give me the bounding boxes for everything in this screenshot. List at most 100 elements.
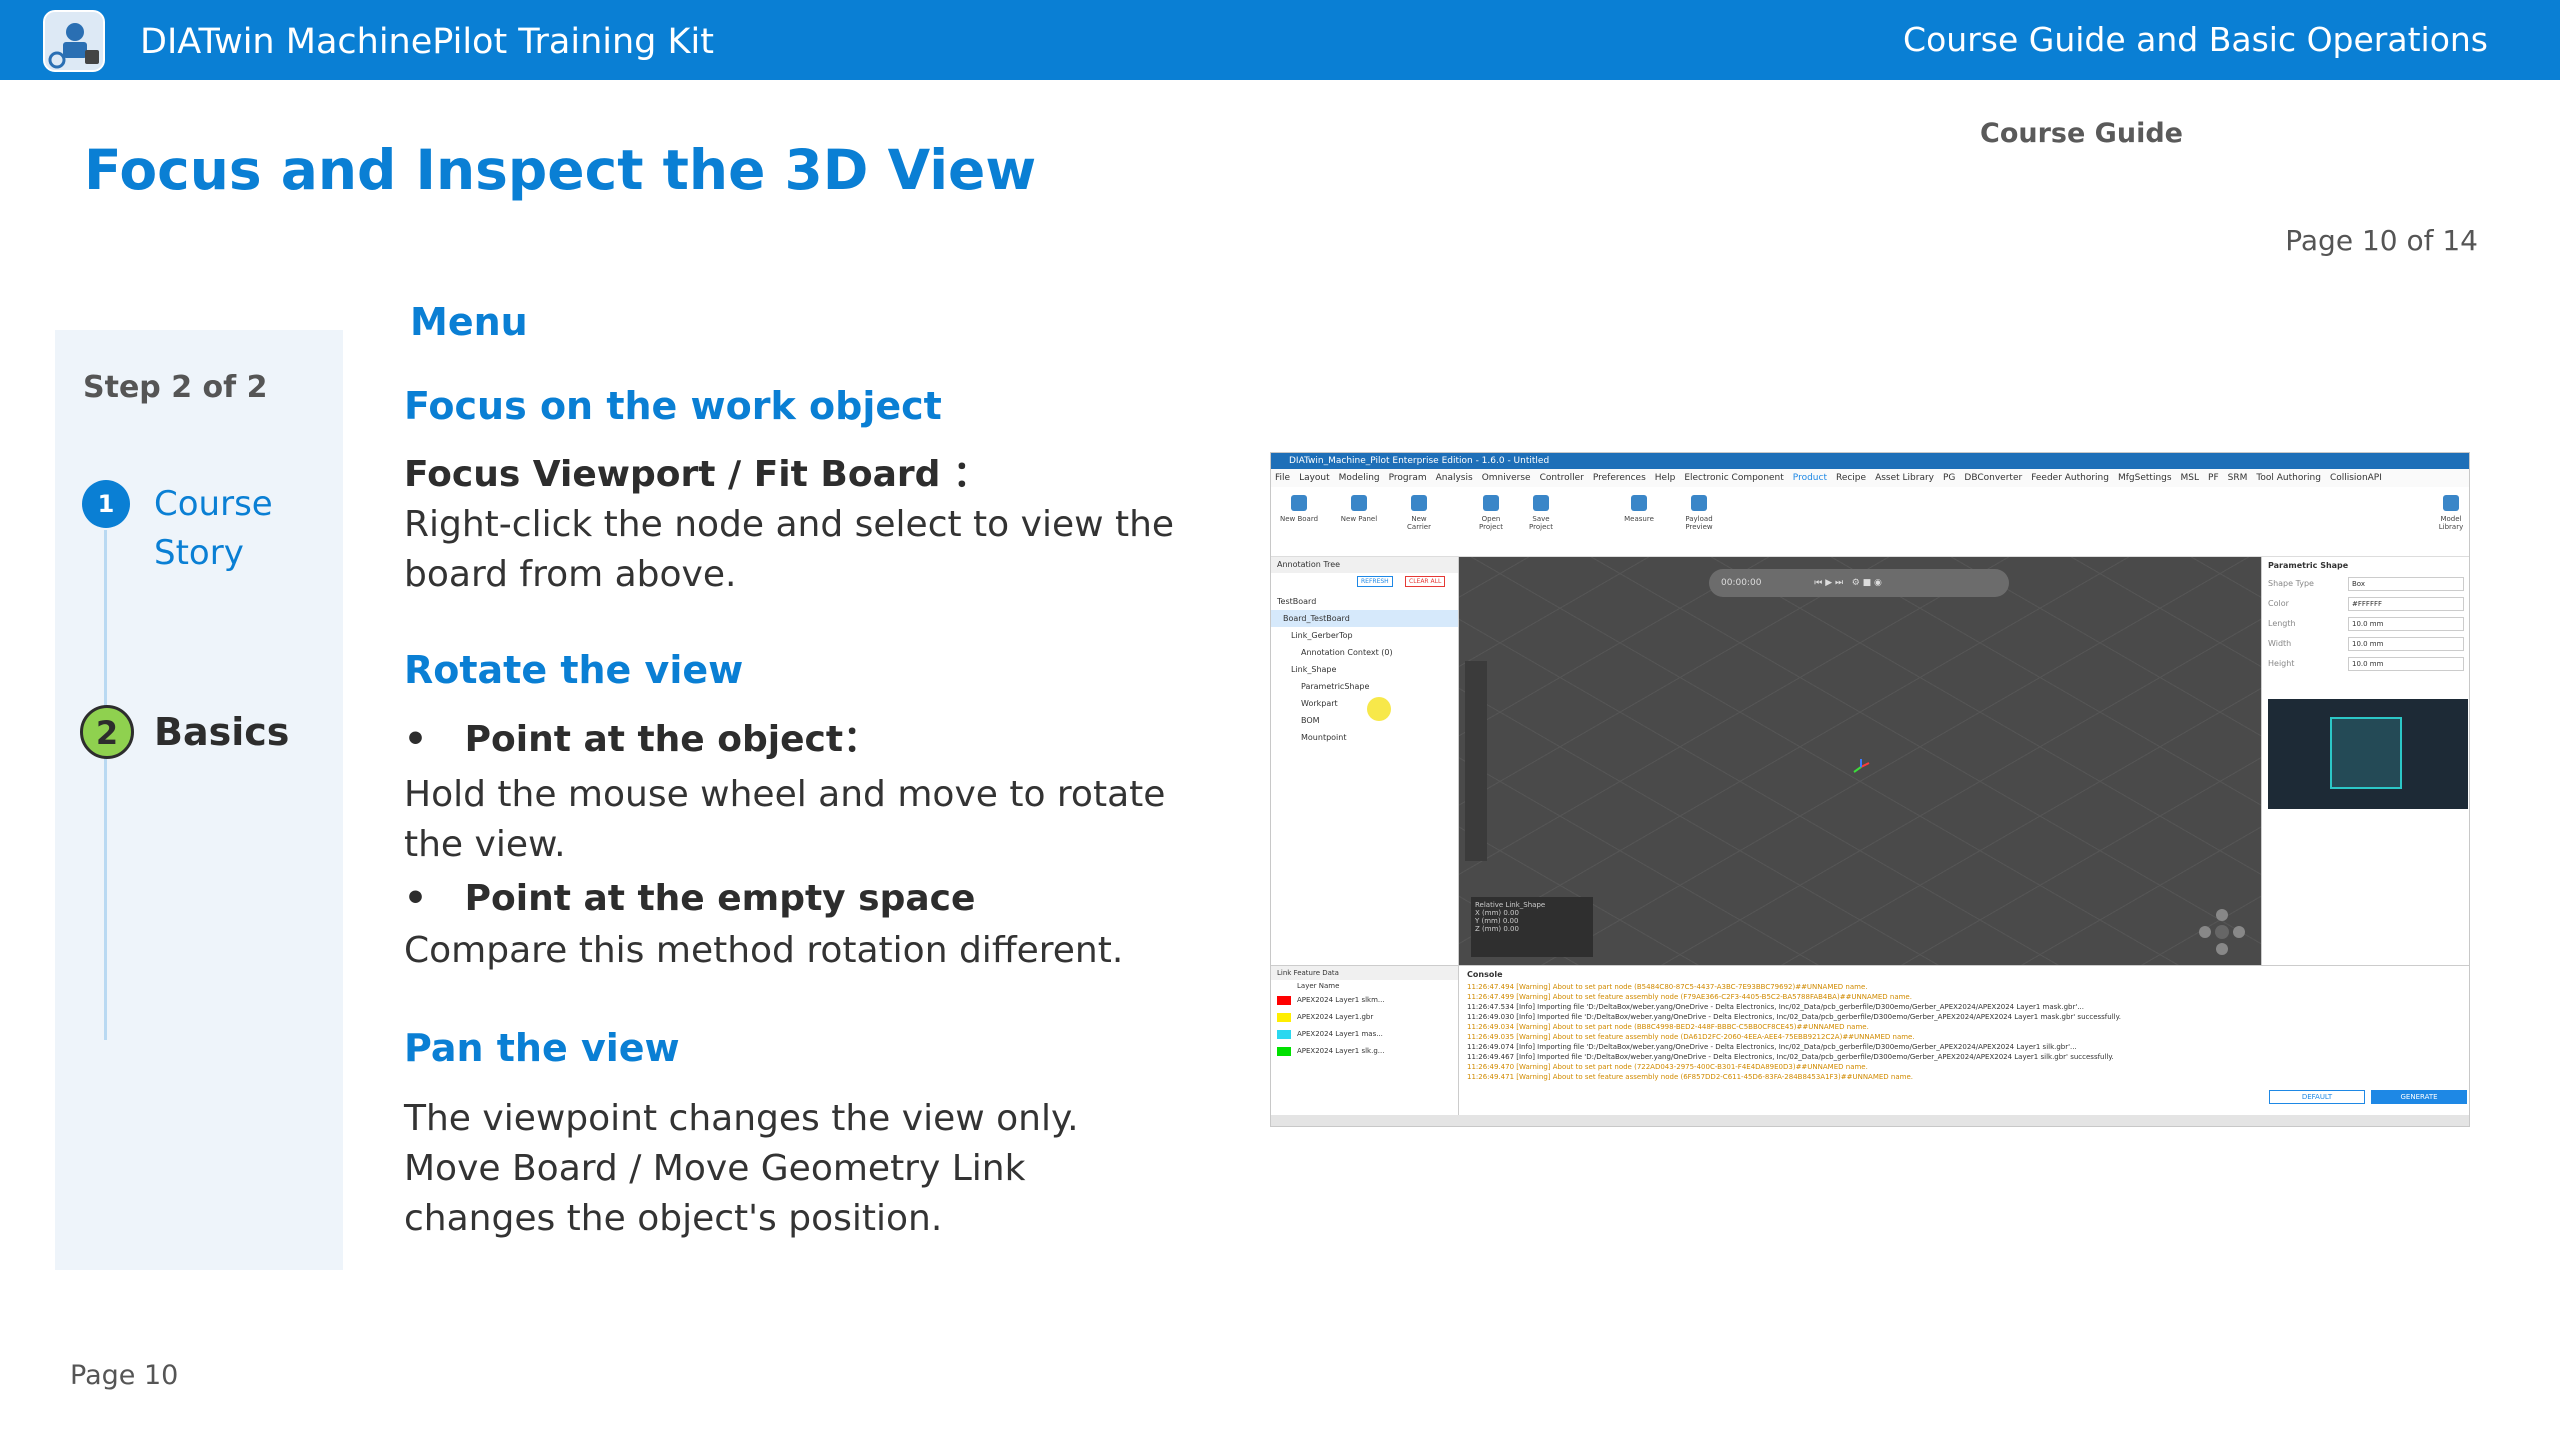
ribbon-button[interactable]: New Board (1279, 495, 1319, 523)
ribbon-icon (1533, 495, 1549, 511)
console-line: 11:26:47.494 [Warning] About to set part… (1467, 983, 1868, 991)
ribbon-button[interactable]: Measure (1619, 495, 1659, 523)
tree-node[interactable]: BOM (1271, 712, 1458, 729)
console-line: 11:26:49.034 [Warning] About to set part… (1467, 1023, 1869, 1031)
ribbon-button[interactable]: Open Project (1471, 495, 1511, 531)
menu-item[interactable]: Analysis (1436, 473, 1473, 483)
layer-row[interactable]: APEX2024 Layer1.gbr (1271, 1009, 1458, 1026)
layer-row[interactable]: APEX2024 Layer1 mas... (1271, 1026, 1458, 1043)
step-1-label[interactable]: Course Story (154, 480, 334, 578)
axis-gizmo-icon[interactable] (1851, 757, 1871, 777)
window-title: DIATwin_Machine_Pilot Enterprise Edition… (1271, 453, 2469, 469)
menu-item[interactable]: Asset Library (1875, 473, 1934, 483)
menu-item[interactable]: PG (1943, 473, 1955, 483)
menu-item[interactable]: Feeder Authoring (2031, 473, 2109, 483)
layer-row[interactable]: APEX2024 Layer1 slkm... (1271, 992, 1458, 1009)
playback-icons[interactable]: ⏮ ▶ ⏭ ⚙ ■ ◉ (1814, 578, 1882, 588)
bullet-dot: • (404, 719, 465, 760)
menu-item[interactable]: Omniverse (1482, 473, 1531, 483)
rotate-bullet-2: • Point at the empty space (404, 874, 1224, 924)
prop-value-field[interactable]: #FFFFFF (2348, 597, 2464, 611)
tree-node[interactable]: TestBoard (1271, 593, 1458, 610)
menu-item[interactable]: Electronic Component (1684, 473, 1783, 483)
timer-readout: 00:00:00 (1721, 578, 1762, 588)
ribbon-label: Model Library (2438, 515, 2464, 531)
prop-value-field[interactable]: 10.0 mm (2348, 617, 2464, 631)
rel-row-y: Y (mm) 0.00 (1475, 917, 1519, 925)
step-2-label[interactable]: Basics (154, 710, 289, 754)
prop-label: Color (2268, 599, 2289, 608)
app-ribbon: New Board New Panel New Carrier Open Projec… (1271, 487, 2469, 557)
menu-item[interactable]: Controller (1540, 473, 1584, 483)
ribbon-button[interactable]: Save Project (1521, 495, 1561, 531)
prop-rows: Shape Type Box Color #FFFFFF Length 10.0 mm Wi… (2262, 574, 2469, 674)
tree-node[interactable]: Board_TestBoard (1271, 610, 1458, 627)
menu-item[interactable]: SRM (2228, 473, 2248, 483)
tree-node[interactable]: Link_GerberTop (1271, 627, 1458, 644)
tree-node[interactable]: Workpart (1271, 695, 1458, 712)
top-bar: DIATwin MachinePilot Training Kit Course… (0, 0, 2560, 80)
ribbon-icon (1631, 495, 1647, 511)
menu-item[interactable]: Tool Authoring (2256, 473, 2321, 483)
playback-toolbar[interactable]: 00:00:00 ⏮ ▶ ⏭ ⚙ ■ ◉ (1709, 569, 2009, 597)
menu-item[interactable]: MfgSettings (2118, 473, 2172, 483)
ribbon-button[interactable]: Model Library (2431, 495, 2469, 531)
menu-item[interactable]: Program (1389, 473, 1427, 483)
ribbon-button[interactable]: New Carrier (1399, 495, 1439, 531)
menu-item[interactable]: Help (1655, 473, 1676, 483)
nav-pad-icon[interactable] (2197, 907, 2247, 957)
tree-header: Annotation Tree (1271, 557, 1458, 573)
prop-value-field[interactable]: 10.0 mm (2348, 637, 2464, 651)
prop-value-field[interactable]: Box (2348, 577, 2464, 591)
console-line: 11:26:49.470 [Warning] About to set part… (1467, 1063, 1868, 1071)
layer-color-swatch (1277, 996, 1291, 1005)
tree-node[interactable]: Link_Shape (1271, 661, 1458, 678)
clear-all-button[interactable]: CLEAR ALL (1405, 576, 1446, 587)
rotate-bullet-2-title: Point at the empty space (464, 878, 976, 919)
default-button[interactable]: DEFAULT (2269, 1090, 2365, 1104)
3d-viewport[interactable]: 00:00:00 ⏮ ▶ ⏭ ⚙ ■ ◉ Relative Link_Shape… (1459, 557, 2261, 965)
ribbon-icon (1291, 495, 1307, 511)
tree-node[interactable]: Annotation Context (0) (1271, 644, 1458, 661)
ribbon-label: Save Project (1529, 515, 1553, 531)
view-tools-strip[interactable] (1465, 661, 1487, 861)
shape-preview (2268, 699, 2468, 809)
tree-node[interactable]: Mountpoint (1271, 729, 1458, 746)
menu-item[interactable]: Recipe (1836, 473, 1866, 483)
ribbon-label: New Carrier (1407, 515, 1431, 531)
relative-link-panel: Relative Link_Shape X (mm) 0.00 Y (mm) 0… (1471, 897, 1593, 957)
menu-item[interactable]: CollisionAPI (2330, 473, 2382, 483)
console-line: 11:26:49.035 [Warning] About to set feat… (1467, 1033, 1915, 1041)
prop-value-field[interactable]: 10.0 mm (2348, 657, 2464, 671)
layer-color-swatch (1277, 1030, 1291, 1039)
ribbon-label: New Board (1279, 515, 1319, 523)
menu-item[interactable]: DBConverter (1964, 473, 2022, 483)
step-2-badge[interactable]: 2 (80, 705, 134, 759)
annotation-tree: Annotation Tree REFRESH CLEAR ALL TestBo… (1271, 557, 1459, 965)
console-lines: 11:26:47.494 [Warning] About to set part… (1467, 982, 2253, 1082)
link-feature-data: Link Feature Data Layer Name APEX2024 La… (1271, 965, 1459, 1115)
section-title: Course Guide and Basic Operations (1903, 20, 2488, 59)
prop-row: Shape Type Box (2262, 574, 2469, 594)
rotate-bullet-1-title: Point at the object： (464, 719, 880, 760)
ribbon-button[interactable]: Payload Preview (1679, 495, 1719, 531)
tree-node[interactable]: ParametricShape (1271, 678, 1458, 695)
cursor-highlight (1367, 697, 1391, 721)
refresh-button[interactable]: REFRESH (1357, 576, 1393, 587)
step-1-badge[interactable]: 1 (82, 480, 130, 528)
footer-page-number: Page 10 (70, 1360, 179, 1391)
ribbon-button[interactable]: New Panel (1339, 495, 1379, 523)
menu-item[interactable]: PF (2208, 473, 2219, 483)
menu-item[interactable]: Preferences (1593, 473, 1646, 483)
menu-item[interactable]: File (1275, 473, 1290, 483)
console-line: 11:26:47.499 [Warning] About to set feat… (1467, 993, 1912, 1001)
ribbon-label: Open Project (1479, 515, 1503, 531)
menu-item[interactable]: Layout (1299, 473, 1330, 483)
properties-panel: Parametric Shape Shape Type Box Color #FFFF… (2261, 557, 2469, 965)
layer-row[interactable]: APEX2024 Layer1 slk.g... (1271, 1043, 1458, 1060)
menu-item[interactable]: MSL (2181, 473, 2200, 483)
menu-item[interactable]: Product (1793, 473, 1827, 483)
menu-item[interactable]: Modeling (1339, 473, 1380, 483)
shape-preview-box (2330, 717, 2402, 789)
generate-button[interactable]: GENERATE (2371, 1090, 2467, 1104)
